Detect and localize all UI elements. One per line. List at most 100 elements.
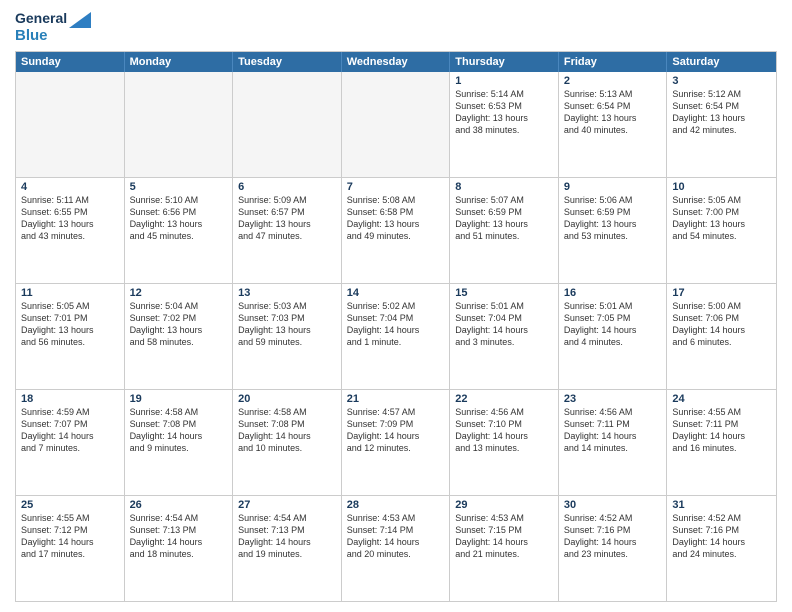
day-cell-5: 5Sunrise: 5:10 AM Sunset: 6:56 PM Daylig…	[125, 178, 234, 283]
day-number: 1	[455, 75, 553, 87]
day-cell-20: 20Sunrise: 4:58 AM Sunset: 7:08 PM Dayli…	[233, 390, 342, 495]
header-day-sunday: Sunday	[16, 52, 125, 72]
day-info: Sunrise: 4:59 AM Sunset: 7:07 PM Dayligh…	[21, 406, 119, 455]
day-number: 12	[130, 287, 228, 299]
day-number: 13	[238, 287, 336, 299]
day-number: 9	[564, 181, 662, 193]
calendar-week-3: 11Sunrise: 5:05 AM Sunset: 7:01 PM Dayli…	[16, 283, 776, 389]
day-info: Sunrise: 5:07 AM Sunset: 6:59 PM Dayligh…	[455, 194, 553, 243]
day-number: 21	[347, 393, 445, 405]
day-cell-6: 6Sunrise: 5:09 AM Sunset: 6:57 PM Daylig…	[233, 178, 342, 283]
header: General Blue	[15, 10, 777, 45]
day-cell-18: 18Sunrise: 4:59 AM Sunset: 7:07 PM Dayli…	[16, 390, 125, 495]
day-cell-28: 28Sunrise: 4:53 AM Sunset: 7:14 PM Dayli…	[342, 496, 451, 601]
day-cell-3: 3Sunrise: 5:12 AM Sunset: 6:54 PM Daylig…	[667, 72, 776, 177]
day-info: Sunrise: 4:56 AM Sunset: 7:10 PM Dayligh…	[455, 406, 553, 455]
day-cell-8: 8Sunrise: 5:07 AM Sunset: 6:59 PM Daylig…	[450, 178, 559, 283]
day-number: 17	[672, 287, 771, 299]
day-number: 16	[564, 287, 662, 299]
day-info: Sunrise: 4:58 AM Sunset: 7:08 PM Dayligh…	[238, 406, 336, 455]
day-cell-13: 13Sunrise: 5:03 AM Sunset: 7:03 PM Dayli…	[233, 284, 342, 389]
day-number: 11	[21, 287, 119, 299]
day-number: 23	[564, 393, 662, 405]
header-day-saturday: Saturday	[667, 52, 776, 72]
day-number: 3	[672, 75, 771, 87]
day-number: 27	[238, 499, 336, 511]
day-number: 8	[455, 181, 553, 193]
day-cell-15: 15Sunrise: 5:01 AM Sunset: 7:04 PM Dayli…	[450, 284, 559, 389]
logo-icon	[69, 12, 91, 28]
day-info: Sunrise: 5:06 AM Sunset: 6:59 PM Dayligh…	[564, 194, 662, 243]
day-number: 30	[564, 499, 662, 511]
day-cell-21: 21Sunrise: 4:57 AM Sunset: 7:09 PM Dayli…	[342, 390, 451, 495]
empty-cell	[233, 72, 342, 177]
day-cell-9: 9Sunrise: 5:06 AM Sunset: 6:59 PM Daylig…	[559, 178, 668, 283]
day-cell-23: 23Sunrise: 4:56 AM Sunset: 7:11 PM Dayli…	[559, 390, 668, 495]
empty-cell	[125, 72, 234, 177]
day-cell-22: 22Sunrise: 4:56 AM Sunset: 7:10 PM Dayli…	[450, 390, 559, 495]
day-number: 31	[672, 499, 771, 511]
day-cell-19: 19Sunrise: 4:58 AM Sunset: 7:08 PM Dayli…	[125, 390, 234, 495]
day-info: Sunrise: 4:54 AM Sunset: 7:13 PM Dayligh…	[238, 512, 336, 561]
day-cell-27: 27Sunrise: 4:54 AM Sunset: 7:13 PM Dayli…	[233, 496, 342, 601]
header-day-monday: Monday	[125, 52, 234, 72]
day-info: Sunrise: 5:13 AM Sunset: 6:54 PM Dayligh…	[564, 88, 662, 137]
day-number: 26	[130, 499, 228, 511]
day-cell-1: 1Sunrise: 5:14 AM Sunset: 6:53 PM Daylig…	[450, 72, 559, 177]
day-cell-31: 31Sunrise: 4:52 AM Sunset: 7:16 PM Dayli…	[667, 496, 776, 601]
day-number: 10	[672, 181, 771, 193]
day-number: 2	[564, 75, 662, 87]
day-cell-24: 24Sunrise: 4:55 AM Sunset: 7:11 PM Dayli…	[667, 390, 776, 495]
day-cell-14: 14Sunrise: 5:02 AM Sunset: 7:04 PM Dayli…	[342, 284, 451, 389]
logo-blue: Blue	[15, 28, 48, 45]
page: General Blue SundayMondayTuesdayWednesda…	[0, 0, 792, 612]
day-number: 18	[21, 393, 119, 405]
day-number: 29	[455, 499, 553, 511]
day-info: Sunrise: 4:55 AM Sunset: 7:11 PM Dayligh…	[672, 406, 771, 455]
day-info: Sunrise: 5:01 AM Sunset: 7:04 PM Dayligh…	[455, 300, 553, 349]
day-info: Sunrise: 5:03 AM Sunset: 7:03 PM Dayligh…	[238, 300, 336, 349]
header-day-tuesday: Tuesday	[233, 52, 342, 72]
day-number: 19	[130, 393, 228, 405]
logo: General Blue	[15, 10, 91, 45]
day-info: Sunrise: 5:01 AM Sunset: 7:05 PM Dayligh…	[564, 300, 662, 349]
day-info: Sunrise: 5:04 AM Sunset: 7:02 PM Dayligh…	[130, 300, 228, 349]
day-number: 24	[672, 393, 771, 405]
header-day-friday: Friday	[559, 52, 668, 72]
calendar-week-5: 25Sunrise: 4:55 AM Sunset: 7:12 PM Dayli…	[16, 495, 776, 601]
day-info: Sunrise: 5:09 AM Sunset: 6:57 PM Dayligh…	[238, 194, 336, 243]
day-info: Sunrise: 5:10 AM Sunset: 6:56 PM Dayligh…	[130, 194, 228, 243]
day-number: 28	[347, 499, 445, 511]
empty-cell	[16, 72, 125, 177]
day-cell-7: 7Sunrise: 5:08 AM Sunset: 6:58 PM Daylig…	[342, 178, 451, 283]
day-number: 20	[238, 393, 336, 405]
day-info: Sunrise: 5:05 AM Sunset: 7:00 PM Dayligh…	[672, 194, 771, 243]
calendar-body: 1Sunrise: 5:14 AM Sunset: 6:53 PM Daylig…	[16, 72, 776, 602]
day-info: Sunrise: 4:52 AM Sunset: 7:16 PM Dayligh…	[564, 512, 662, 561]
day-number: 14	[347, 287, 445, 299]
calendar-header: SundayMondayTuesdayWednesdayThursdayFrid…	[16, 52, 776, 72]
day-number: 5	[130, 181, 228, 193]
day-cell-30: 30Sunrise: 4:52 AM Sunset: 7:16 PM Dayli…	[559, 496, 668, 601]
day-cell-12: 12Sunrise: 5:04 AM Sunset: 7:02 PM Dayli…	[125, 284, 234, 389]
day-number: 7	[347, 181, 445, 193]
day-info: Sunrise: 4:54 AM Sunset: 7:13 PM Dayligh…	[130, 512, 228, 561]
day-cell-17: 17Sunrise: 5:00 AM Sunset: 7:06 PM Dayli…	[667, 284, 776, 389]
day-info: Sunrise: 5:14 AM Sunset: 6:53 PM Dayligh…	[455, 88, 553, 137]
day-number: 4	[21, 181, 119, 193]
calendar: SundayMondayTuesdayWednesdayThursdayFrid…	[15, 51, 777, 603]
calendar-week-1: 1Sunrise: 5:14 AM Sunset: 6:53 PM Daylig…	[16, 72, 776, 177]
header-day-wednesday: Wednesday	[342, 52, 451, 72]
day-cell-11: 11Sunrise: 5:05 AM Sunset: 7:01 PM Dayli…	[16, 284, 125, 389]
day-cell-26: 26Sunrise: 4:54 AM Sunset: 7:13 PM Dayli…	[125, 496, 234, 601]
header-day-thursday: Thursday	[450, 52, 559, 72]
empty-cell	[342, 72, 451, 177]
day-info: Sunrise: 4:53 AM Sunset: 7:14 PM Dayligh…	[347, 512, 445, 561]
day-info: Sunrise: 5:08 AM Sunset: 6:58 PM Dayligh…	[347, 194, 445, 243]
day-number: 25	[21, 499, 119, 511]
day-info: Sunrise: 5:12 AM Sunset: 6:54 PM Dayligh…	[672, 88, 771, 137]
day-info: Sunrise: 5:00 AM Sunset: 7:06 PM Dayligh…	[672, 300, 771, 349]
day-info: Sunrise: 5:02 AM Sunset: 7:04 PM Dayligh…	[347, 300, 445, 349]
day-number: 15	[455, 287, 553, 299]
day-cell-16: 16Sunrise: 5:01 AM Sunset: 7:05 PM Dayli…	[559, 284, 668, 389]
